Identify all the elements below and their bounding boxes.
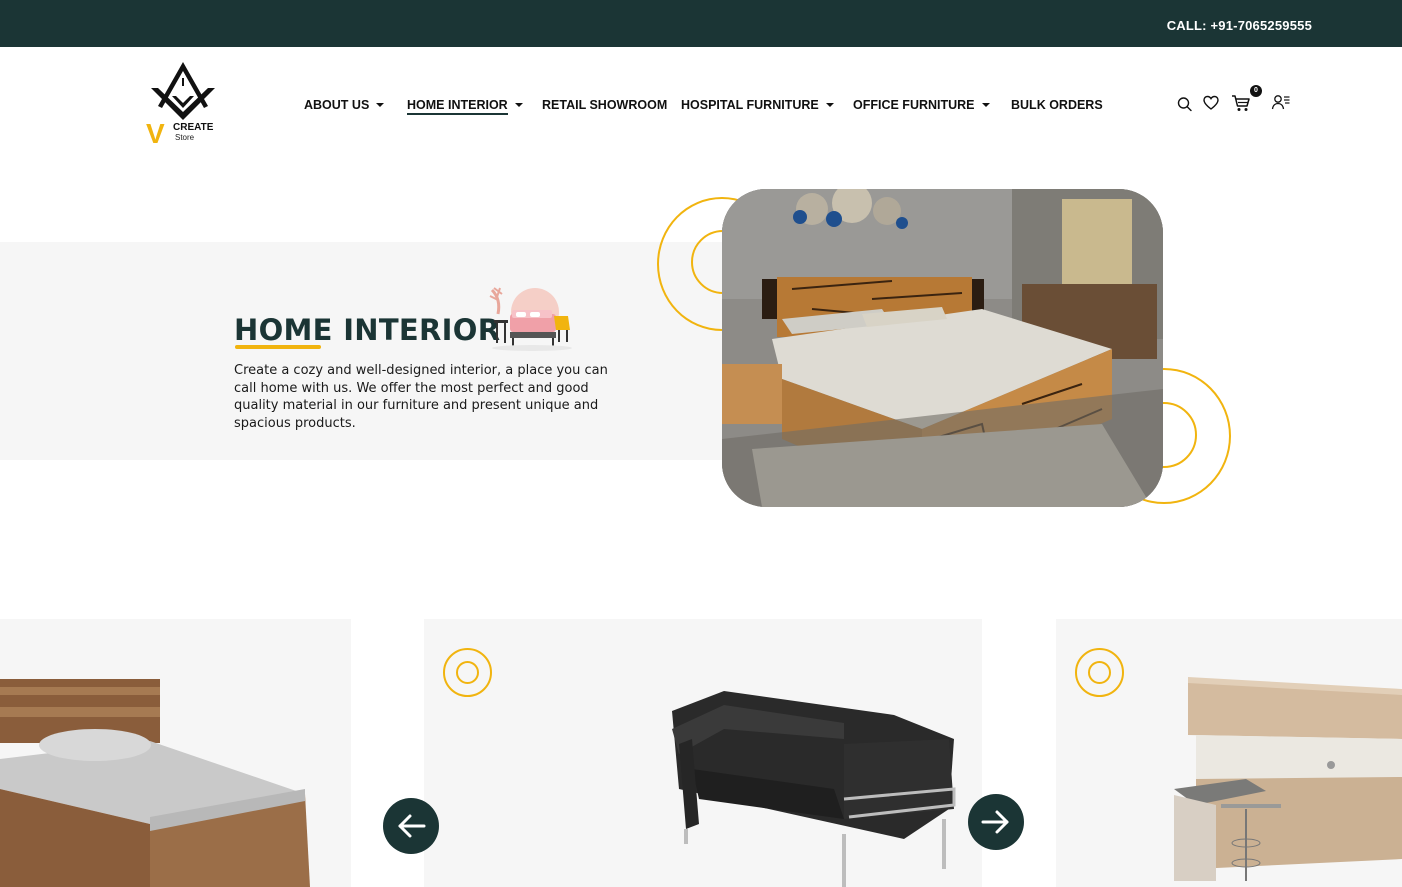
header-actions [1175, 92, 1305, 116]
hero-description: Create a cozy and well-designed interior… [234, 363, 608, 431]
card-ring-inner [456, 661, 479, 684]
cart-count-badge: 0 [1250, 85, 1262, 97]
caret-down-icon [981, 102, 990, 107]
search-icon[interactable] [1175, 92, 1195, 114]
logo-text-create: CREATE [173, 122, 214, 133]
caret-down-icon [825, 102, 834, 107]
cart-icon[interactable] [1230, 92, 1252, 114]
nav-retail-showroom[interactable]: RETAIL SHOWROOM [542, 98, 667, 112]
bedroom-image [722, 189, 1163, 507]
nav-office-furniture[interactable]: OFFICE FURNITURE [853, 98, 990, 112]
heart-icon[interactable] [1201, 92, 1221, 114]
hero-title: HOME INTERIOR [234, 313, 501, 347]
nav-label: RETAIL SHOWROOM [542, 98, 668, 112]
card-ring-inner [1088, 661, 1111, 684]
product-card-bed[interactable] [0, 619, 351, 887]
title-underline [235, 345, 321, 349]
nav-label: HOME INTERIOR [407, 98, 508, 115]
bedroom-illustration [489, 287, 572, 351]
nav-about-us[interactable]: ABOUT US [304, 98, 385, 112]
arrow-right-icon [981, 810, 1009, 834]
logo-text-store: Store [175, 133, 195, 142]
nav-label: ABOUT US [304, 98, 370, 112]
nav-home-interior[interactable]: HOME INTERIOR [407, 98, 523, 115]
logo-letter: V [146, 118, 165, 149]
caret-down-icon [514, 102, 523, 107]
carousel-prev-button[interactable] [383, 798, 439, 854]
product-card-kitchen[interactable] [1056, 619, 1402, 887]
hero-bedroom-photo [722, 189, 1163, 507]
leather-sofa-image [672, 691, 956, 887]
caret-down-icon [376, 102, 385, 107]
nav-label: OFFICE FURNITURE [853, 98, 975, 112]
single-bed-image [0, 679, 310, 887]
nav-hospital-furniture[interactable]: HOSPITAL FURNITURE [681, 98, 834, 112]
product-card-sofa[interactable] [424, 619, 982, 887]
nav-bulk-orders[interactable]: BULK ORDERS [1011, 98, 1103, 112]
nav-label: HOSPITAL FURNITURE [681, 98, 819, 112]
user-menu-icon[interactable] [1271, 92, 1291, 114]
arrow-left-icon [398, 814, 426, 838]
compass-square-emblem [151, 62, 215, 120]
carousel-next-button[interactable] [968, 794, 1024, 850]
top-contact-bar: CALL: +91-7065259555 [0, 0, 1402, 47]
nav-label: BULK ORDERS [1011, 98, 1103, 112]
call-number[interactable]: CALL: +91-7065259555 [1167, 18, 1312, 33]
